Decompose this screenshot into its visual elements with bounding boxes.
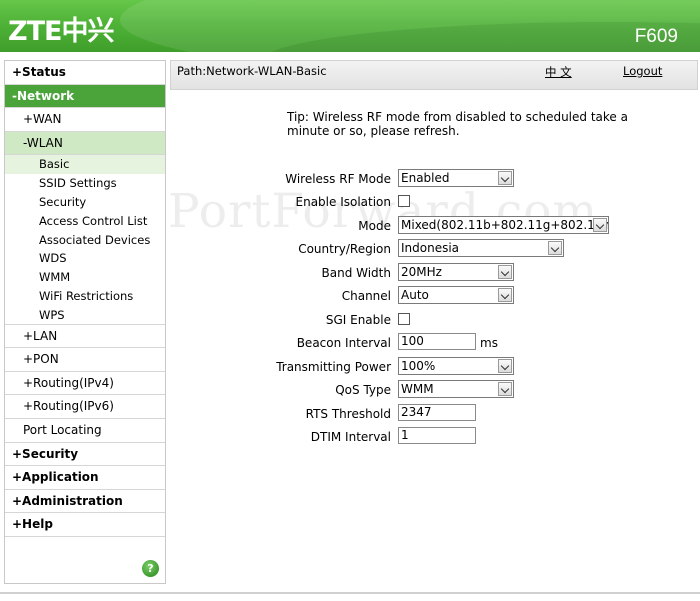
device-model: F609 [634, 26, 678, 47]
country-label: Country/Region [298, 242, 391, 256]
power-select[interactable]: 100% [398, 357, 514, 375]
sidebar-nav: +Status -Network +WAN -WLAN Basic SSID S… [4, 60, 166, 584]
nav-wlan-wmm[interactable]: WMM [5, 268, 165, 287]
beacon-unit: ms [480, 336, 498, 350]
tip-text: Tip: Wireless RF mode from disabled to s… [287, 110, 628, 138]
row-sgi: SGI Enable [170, 310, 698, 332]
zte-logo: ZTE中兴 [8, 16, 114, 47]
chevron-down-icon [498, 382, 512, 396]
mode-value: Mixed(802.11b+802.11g+802.11n) [401, 218, 609, 232]
qos-value: WMM [401, 382, 434, 396]
logout-link[interactable]: Logout [623, 64, 662, 78]
nav-routing-ipv4-label: +Routing(IPv4) [23, 375, 114, 390]
nav-pon-label: +PON [23, 352, 59, 367]
country-select[interactable]: Indonesia [398, 239, 564, 257]
nav-wlan-wifi-restrictions[interactable]: WiFi Restrictions [5, 287, 165, 306]
nav-network[interactable]: -Network [5, 84, 165, 109]
nav-port-locating[interactable]: Port Locating [5, 419, 165, 443]
nav-wlan[interactable]: -WLAN [5, 131, 165, 156]
row-dtim: DTIM Interval 1 [170, 427, 698, 449]
beacon-label: Beacon Interval [296, 336, 391, 350]
channel-select[interactable]: Auto [398, 286, 514, 304]
mode-select[interactable]: Mixed(802.11b+802.11g+802.11n) [398, 216, 609, 234]
row-mode: Mode Mixed(802.11b+802.11g+802.11n) [170, 216, 698, 238]
nav-network-label: -Network [12, 88, 75, 103]
qos-label: QoS Type [335, 383, 391, 397]
nav-lan-label: +LAN [23, 328, 58, 343]
nav-help[interactable]: +Help [5, 513, 165, 537]
nav-routing-ipv6-label: +Routing(IPv6) [23, 399, 114, 414]
nav-routing-ipv4[interactable]: +Routing(IPv4) [5, 372, 165, 396]
power-value: 100% [401, 359, 436, 373]
nav-wan[interactable]: +WAN [5, 108, 165, 132]
chevron-down-icon [498, 171, 512, 185]
bandwidth-value: 20MHz [401, 265, 442, 279]
nav-lan[interactable]: +LAN [5, 325, 165, 349]
row-power: Transmitting Power 100% [170, 357, 698, 379]
row-bandwidth: Band Width 20MHz [170, 263, 698, 285]
row-rts: RTS Threshold 2347 [170, 404, 698, 426]
header-banner: ZTE中兴 F609 [0, 0, 700, 52]
row-beacon: Beacon Interval 100 ms [170, 333, 698, 355]
chevron-down-icon [498, 359, 512, 373]
nav-pon[interactable]: +PON [5, 348, 165, 372]
isolation-checkbox[interactable] [398, 195, 410, 207]
nav-wlan-security[interactable]: Security [5, 193, 165, 212]
nav-status[interactable]: +Status [5, 61, 165, 85]
nav-administration[interactable]: +Administration [5, 490, 165, 514]
nav-wlan-basic[interactable]: Basic [5, 155, 165, 175]
mode-label: Mode [358, 219, 391, 233]
channel-label: Channel [341, 289, 391, 303]
nav-port-locating-label: Port Locating [23, 422, 102, 437]
nav-application-label: +Application [12, 470, 99, 485]
channel-value: Auto [401, 288, 429, 302]
isolation-label: Enable Isolation [295, 195, 392, 209]
bottom-divider [0, 592, 700, 594]
row-qos: QoS Type WMM [170, 380, 698, 402]
nav-wlan-wds[interactable]: WDS [5, 249, 165, 268]
country-value: Indonesia [401, 241, 460, 255]
path-bar: Path:Network-WLAN-Basic 中 文 Logout [170, 60, 698, 90]
nav-wlan-ssid-settings[interactable]: SSID Settings [5, 174, 165, 193]
rf-mode-label: Wireless RF Mode [285, 172, 391, 186]
breadcrumb: Path:Network-WLAN-Basic [177, 64, 327, 78]
dtim-label: DTIM Interval [310, 430, 391, 444]
chevron-down-icon [593, 218, 607, 232]
rts-label: RTS Threshold [305, 407, 391, 421]
nav-wlan-label: -WLAN [23, 135, 63, 150]
nav-wlan-associated-devices[interactable]: Associated Devices [5, 231, 165, 250]
dtim-input[interactable]: 1 [398, 427, 476, 444]
bandwidth-label: Band Width [321, 266, 392, 280]
row-isolation: Enable Isolation [170, 192, 698, 214]
qos-select[interactable]: WMM [398, 380, 514, 398]
sgi-label: SGI Enable [325, 313, 391, 327]
nav-status-label: +Status [12, 65, 66, 79]
power-label: Transmitting Power [276, 360, 391, 374]
nav-application[interactable]: +Application [5, 466, 165, 490]
chevron-down-icon [498, 265, 512, 279]
bandwidth-select[interactable]: 20MHz [398, 263, 514, 281]
rf-mode-value: Enabled [401, 171, 450, 185]
sgi-checkbox[interactable] [398, 313, 410, 325]
nav-wan-label: +WAN [23, 112, 62, 127]
chevron-down-icon [498, 288, 512, 302]
nav-help-label: +Help [12, 517, 53, 532]
nav-wlan-access-control-list[interactable]: Access Control List [5, 212, 165, 231]
rf-mode-select[interactable]: Enabled [398, 169, 514, 187]
nav-routing-ipv6[interactable]: +Routing(IPv6) [5, 395, 165, 419]
row-rf-mode: Wireless RF Mode Enabled [170, 169, 698, 191]
rts-input[interactable]: 2347 [398, 404, 476, 421]
help-icon[interactable]: ? [142, 560, 159, 577]
nav-administration-label: +Administration [12, 493, 123, 508]
nav-wlan-wps[interactable]: WPS [5, 306, 165, 325]
chevron-down-icon [548, 241, 562, 255]
row-country: Country/Region Indonesia [170, 239, 698, 261]
nav-security-label: +Security [12, 446, 79, 461]
beacon-input[interactable]: 100 [398, 333, 476, 350]
row-channel: Channel Auto [170, 286, 698, 308]
nav-security[interactable]: +Security [5, 443, 165, 467]
language-link[interactable]: 中 文 [545, 64, 572, 80]
